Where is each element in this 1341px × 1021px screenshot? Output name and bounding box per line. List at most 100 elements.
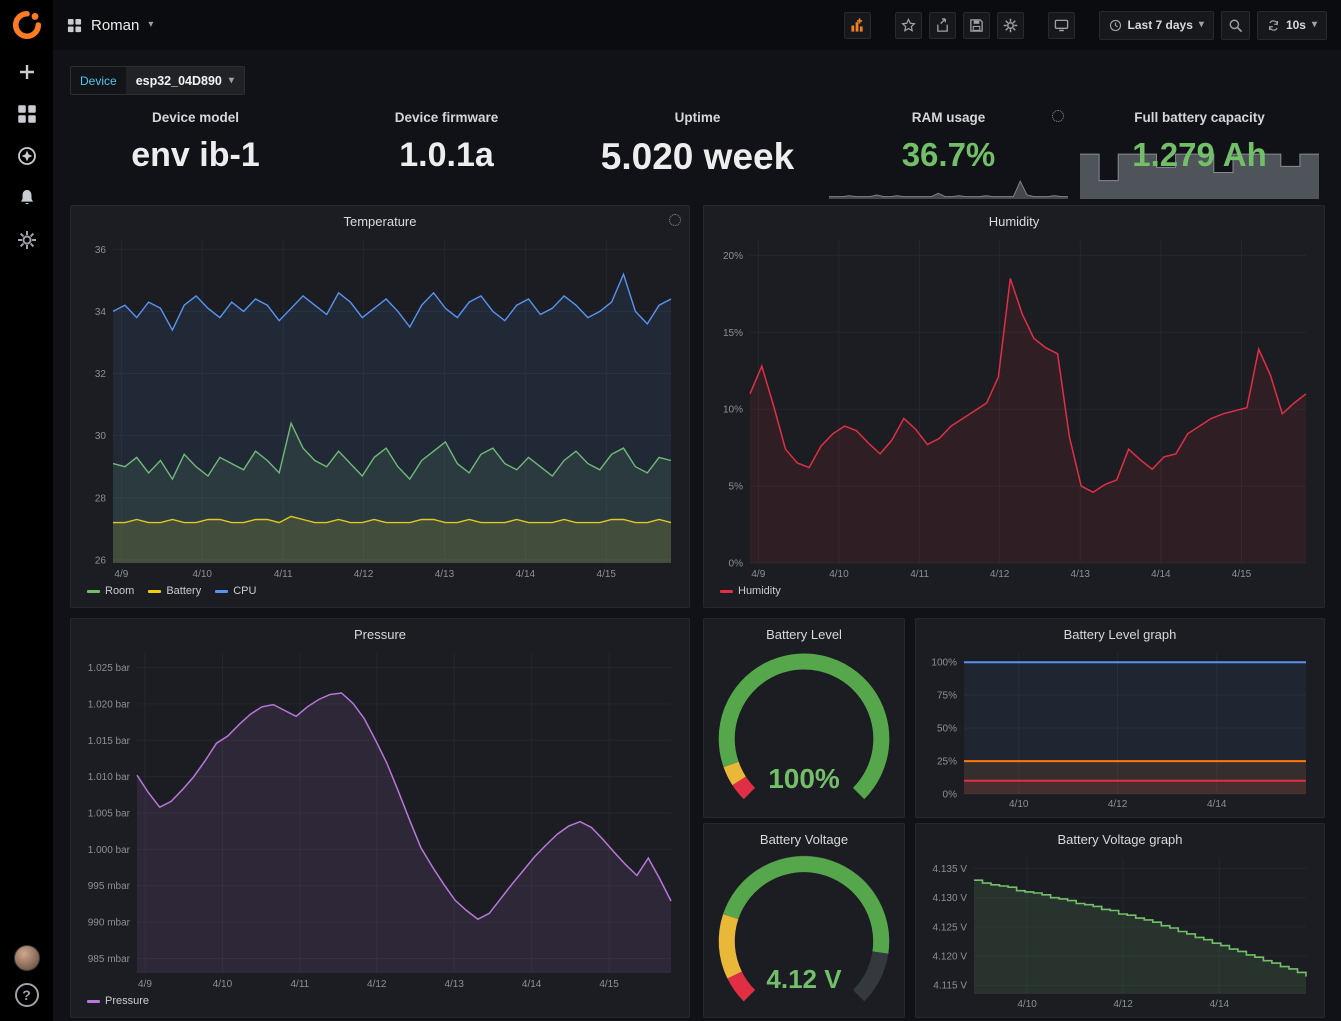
svg-text:50%: 50% [937,724,957,735]
stats-row: Device model env ib-1 Device firmware 1.… [70,98,1325,202]
svg-text:4/9: 4/9 [751,569,765,580]
create-icon[interactable] [7,52,47,92]
cycle-view-button[interactable] [1048,12,1075,39]
temperature-chart[interactable]: 2628303234364/94/104/114/124/134/144/15 [79,234,681,581]
add-panel-button[interactable] [844,12,871,39]
battery-voltage-chart[interactable]: 4.115 V4.120 V4.125 V4.130 V4.135 V4/104… [924,852,1316,1011]
pressure-chart[interactable]: 985 mbar990 mbar995 mbar1.000 bar1.005 b… [79,647,681,991]
svg-text:34: 34 [95,307,107,318]
legend-item[interactable]: Battery [148,585,201,597]
dashboard-title[interactable]: Roman [91,17,139,34]
stat-title: Full battery capacity [1074,110,1325,125]
legend-swatch-icon [148,590,161,593]
panel-title[interactable]: Battery Level [712,623,896,647]
svg-text:4/11: 4/11 [291,979,310,990]
legend-swatch-icon [720,590,733,593]
svg-text:4.130 V: 4.130 V [933,893,968,904]
temperature-legend: Room Battery CPU [79,581,681,601]
dashboard-settings-button[interactable] [997,12,1024,39]
star-icon [901,18,916,33]
panel-title[interactable]: Battery Voltage graph [924,828,1316,852]
legend-label: Battery [166,585,201,597]
stat-value: env ib-1 [70,136,321,175]
stat-title: Device firmware [321,110,572,125]
stat-title: Uptime [572,110,823,125]
panel-title[interactable]: Temperature [79,210,681,234]
legend-item[interactable]: Humidity [720,585,781,597]
chart-svg: 2628303234364/94/104/114/124/134/144/15 [79,234,681,581]
device-variable: Device esp32_04D890 ▾ [70,66,245,95]
gear-icon [1003,18,1018,33]
time-range-picker[interactable]: Last 7 days ▾ [1099,11,1214,40]
svg-text:26: 26 [95,555,107,566]
device-variable-select[interactable]: esp32_04D890 ▾ [126,67,244,94]
legend-swatch-icon [87,1000,100,1003]
stat-uptime[interactable]: Uptime 5.020 week [572,98,823,202]
legend-item[interactable]: Pressure [87,995,149,1007]
chevron-down-icon: ▾ [148,20,153,30]
panel-title[interactable]: Humidity [712,210,1316,234]
time-range-label: Last 7 days [1128,18,1193,32]
monitor-icon [1054,18,1069,33]
share-icon [935,18,950,33]
chevron-down-icon: ▾ [1199,20,1204,30]
chart-svg: 0%5%10%15%20%4/94/104/114/124/134/144/15 [712,234,1316,581]
svg-text:4/15: 4/15 [599,979,619,990]
configuration-gear-icon[interactable] [7,220,47,260]
save-icon [969,18,984,33]
help-icon[interactable]: ? [15,983,39,1007]
star-dashboard-button[interactable] [895,12,922,39]
svg-text:4/14: 4/14 [1207,799,1227,810]
pressure-panel: Pressure 985 mbar990 mbar995 mbar1.000 b… [70,618,690,1018]
svg-text:0%: 0% [943,790,958,801]
battery-voltage-gauge[interactable]: 4.12 V [712,852,896,1011]
svg-text:25%: 25% [937,757,957,768]
alerting-bell-icon[interactable] [7,178,47,218]
svg-text:4/12: 4/12 [367,979,387,990]
legend-item[interactable]: CPU [215,585,256,597]
temperature-panel: Temperature 2628303234364/94/104/114/124… [70,205,690,608]
battery-level-chart[interactable]: 0%25%50%75%100%4/104/124/14 [924,647,1316,811]
battery-level-graph-panel: Battery Level graph 0%25%50%75%100%4/104… [915,618,1325,818]
save-dashboard-button[interactable] [963,12,990,39]
share-dashboard-button[interactable] [929,12,956,39]
grafana-logo-icon[interactable] [0,0,53,50]
legend-label: Pressure [105,995,149,1007]
stat-device-model[interactable]: Device model env ib-1 [70,98,321,202]
zoom-out-time-button[interactable] [1221,11,1250,40]
dashboards-icon[interactable] [7,94,47,134]
stat-device-firmware[interactable]: Device firmware 1.0.1a [321,98,572,202]
refresh-picker[interactable]: 10s ▾ [1257,11,1327,40]
battery-level-gauge-panel: Battery Level 100% [703,618,905,818]
legend-item[interactable]: Room [87,585,134,597]
svg-text:4.125 V: 4.125 V [933,922,968,933]
svg-text:4/9: 4/9 [138,979,152,990]
device-variable-label: Device [71,67,126,94]
explore-icon[interactable] [7,136,47,176]
svg-text:4/14: 4/14 [522,979,542,990]
panel-title[interactable]: Battery Level graph [924,623,1316,647]
svg-text:32: 32 [95,369,107,380]
panel-title[interactable]: Pressure [79,623,681,647]
gauge-value: 100% [712,763,896,795]
battery-voltage-graph-panel: Battery Voltage graph 4.115 V4.120 V4.12… [915,823,1325,1018]
svg-text:4.135 V: 4.135 V [933,864,968,875]
battery-level-gauge[interactable]: 100% [712,647,896,811]
panel-title[interactable]: Battery Voltage [712,828,896,852]
svg-text:1.000 bar: 1.000 bar [88,845,131,856]
loading-spinner-icon [1052,110,1064,122]
svg-text:15%: 15% [723,328,743,339]
svg-text:5%: 5% [729,482,744,493]
svg-text:990 mbar: 990 mbar [88,918,131,929]
svg-text:4/15: 4/15 [597,569,617,580]
stat-ram-usage[interactable]: RAM usage 36.7% [823,98,1074,202]
svg-text:4/13: 4/13 [444,979,464,990]
stat-battery-capacity[interactable]: Full battery capacity 1.279 Ah [1074,98,1325,202]
svg-text:4/10: 4/10 [193,569,213,580]
legend-swatch-icon [215,590,228,593]
svg-text:985 mbar: 985 mbar [88,954,131,965]
svg-text:4.120 V: 4.120 V [933,952,968,963]
user-avatar[interactable] [14,945,40,971]
sidebar: ? [0,0,53,1021]
humidity-chart[interactable]: 0%5%10%15%20%4/94/104/114/124/134/144/15 [712,234,1316,581]
